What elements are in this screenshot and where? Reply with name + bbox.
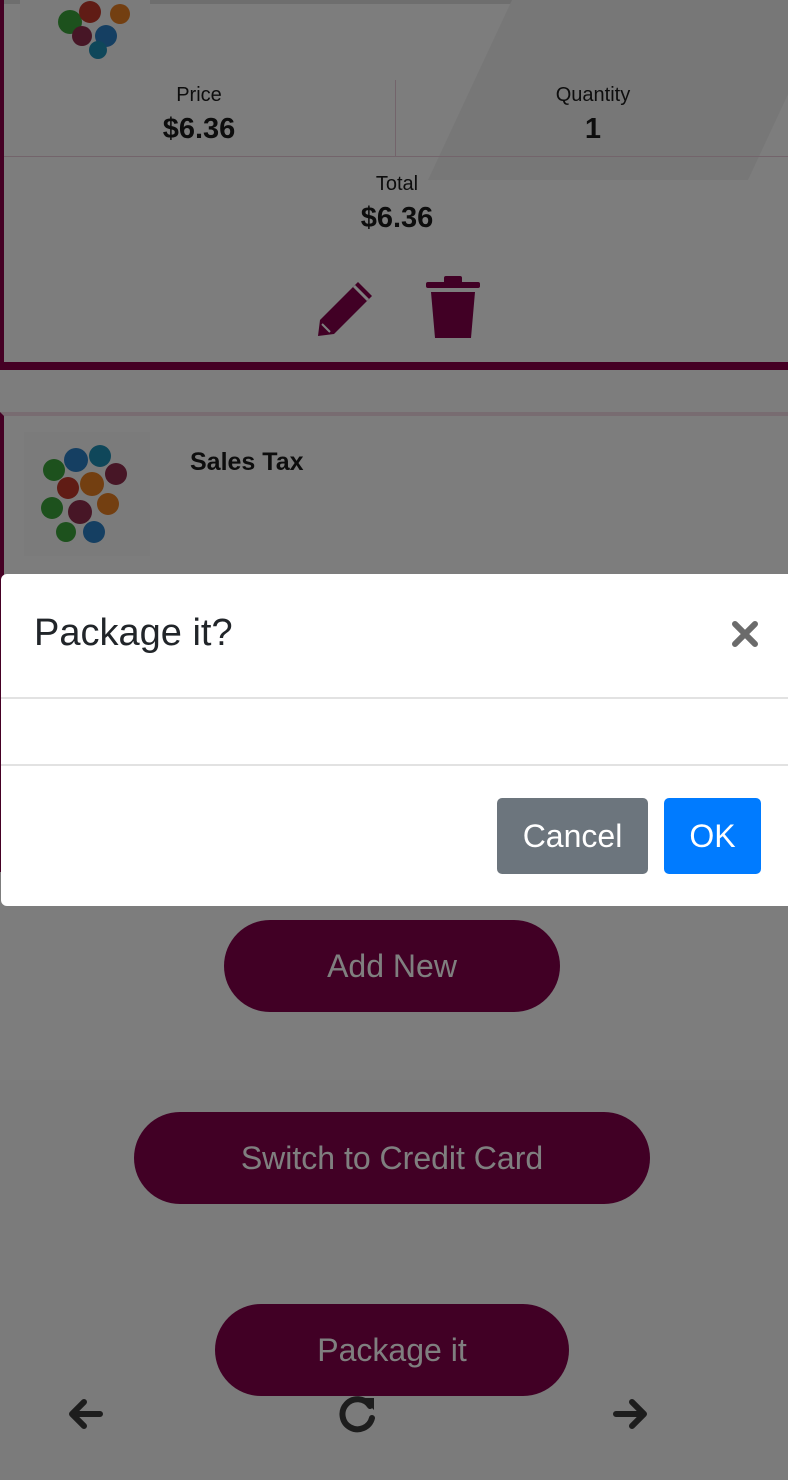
dialog-header-divider bbox=[1, 697, 788, 699]
ok-button[interactable]: OK bbox=[664, 798, 761, 874]
cancel-button[interactable]: Cancel bbox=[497, 798, 648, 874]
close-icon[interactable] bbox=[725, 614, 765, 654]
dialog-footer-divider bbox=[1, 764, 788, 766]
dialog-title: Package it? bbox=[34, 612, 233, 654]
